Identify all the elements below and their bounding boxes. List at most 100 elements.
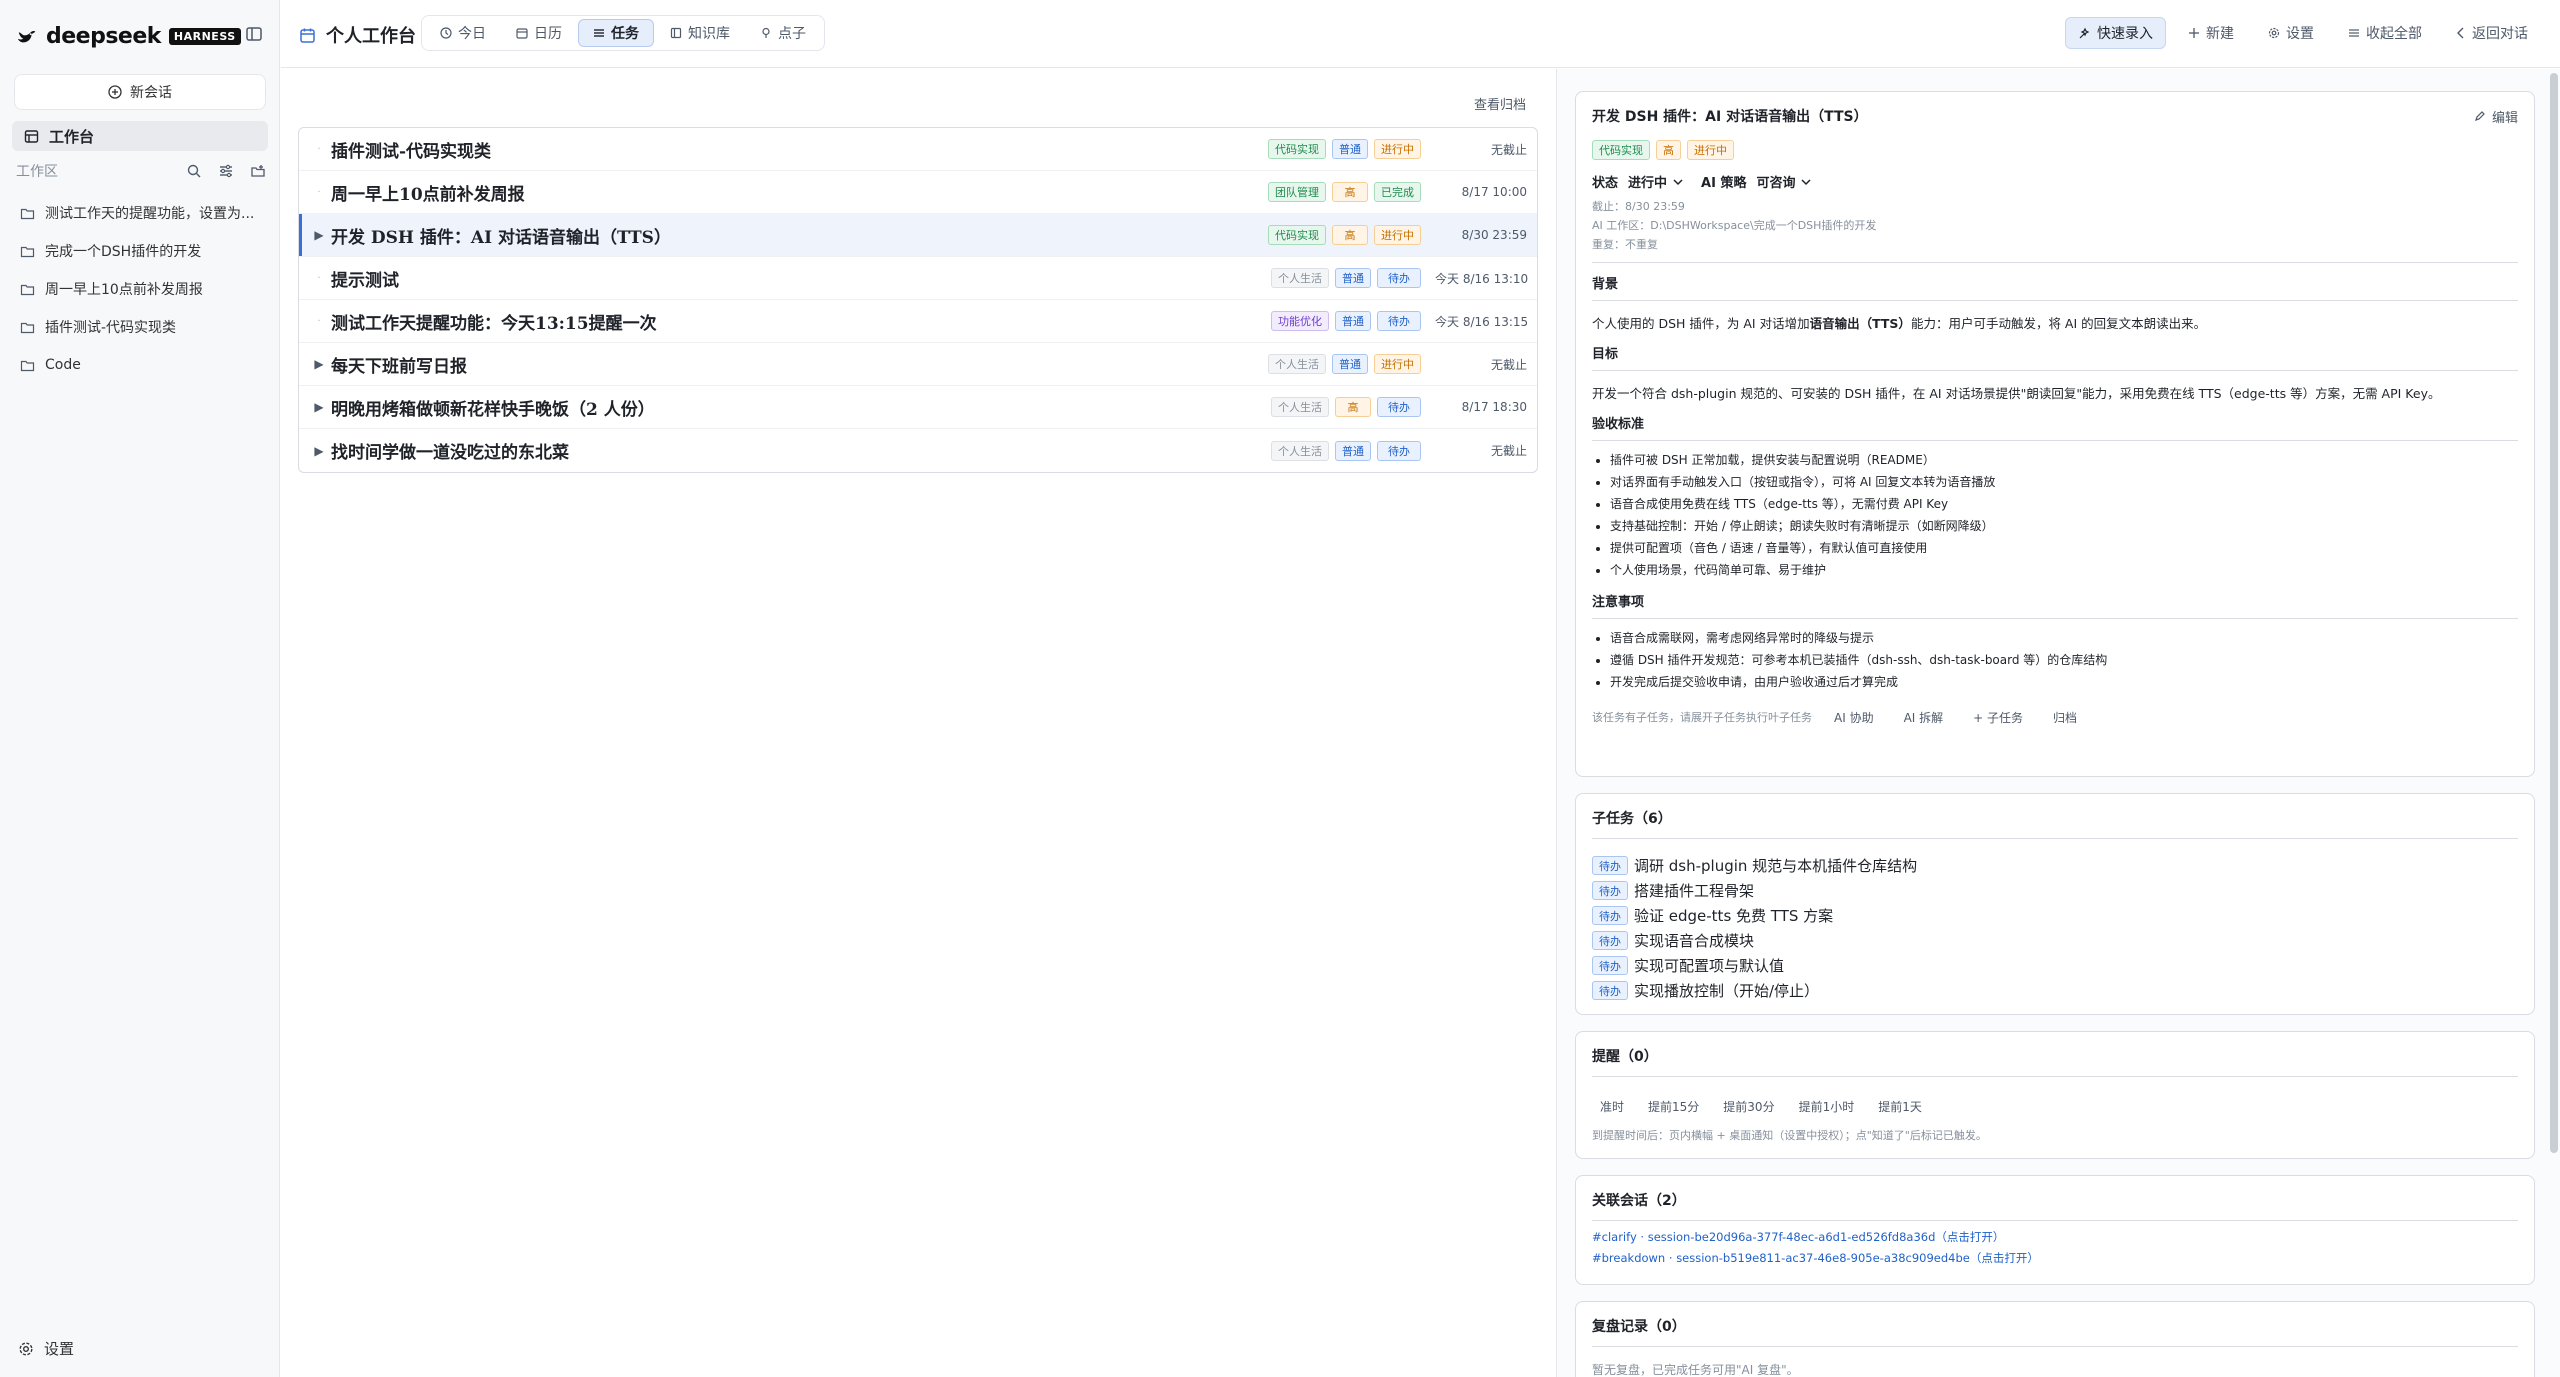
- quick-entry-label: 快速录入: [2097, 26, 2153, 42]
- tab-tasks[interactable]: 任务: [578, 19, 654, 47]
- reminder-hint: 到提醒时间后：页内横幅 + 桌面通知（设置中授权）；点"知道了"后标记已触发。: [1592, 1129, 1987, 1142]
- tag-badge: 功能优化: [1271, 311, 1329, 331]
- reminder-on-time-button[interactable]: 准时: [1592, 1093, 1632, 1119]
- search-icon[interactable]: [186, 163, 202, 179]
- task-title: 明晚用烤箱做顿新花样快手晚饭（2 人份）: [331, 399, 655, 420]
- conversation-link[interactable]: #clarify · session-be20d96a-377f-48ec-a6…: [1592, 1229, 2518, 1246]
- expand-caret-icon[interactable]: ▶: [307, 228, 331, 242]
- task-row[interactable]: · 插件测试-代码实现类 代码实现 普通 进行中 无截止: [299, 128, 1537, 171]
- ai-breakdown-button[interactable]: AI 拆解: [1896, 705, 1952, 729]
- panel-scrollbar[interactable]: [2550, 73, 2558, 1153]
- acceptance-item: 支持基础控制：开始 / 停止朗读；朗读失败时有清晰提示（如断网降级）: [1610, 515, 2518, 537]
- tab-calendar[interactable]: 日历: [502, 19, 576, 47]
- workspace-item[interactable]: 周一早上10点前补发周报: [12, 270, 268, 308]
- reminder-30min-button[interactable]: 提前30分: [1715, 1093, 1782, 1119]
- settings-button[interactable]: 设置: [2256, 17, 2326, 49]
- tab-knowledge[interactable]: 知识库: [656, 19, 744, 47]
- brand[interactable]: deepseek HARNESS: [16, 22, 241, 50]
- review-title: 复盘记录（0）: [1592, 1316, 2518, 1347]
- acceptance-item: 语音合成使用免费在线 TTS（edge-tts 等），无需付费 API Key: [1610, 493, 2518, 515]
- task-row[interactable]: ▶ 每天下班前写日报 个人生活 普通 进行中 无截止: [299, 343, 1537, 386]
- view-archive-link[interactable]: 查看归档: [1468, 90, 1532, 116]
- nav-workbench[interactable]: 工作台: [12, 121, 268, 151]
- subtask-label: 搭建插件工程骨架: [1634, 882, 1755, 900]
- brand-badge: HARNESS: [168, 27, 241, 45]
- folder-icon: [20, 246, 35, 257]
- chevron-down-icon: [1801, 178, 1812, 185]
- expand-caret-icon[interactable]: ▶: [307, 357, 331, 371]
- task-tags: 代码实现 普通 进行中: [1268, 139, 1421, 159]
- subtask-item[interactable]: 待办 调研 dsh-plugin 规范与本机插件仓库结构: [1592, 853, 2518, 878]
- workspace-item-label: 插件测试-代码实现类: [45, 320, 177, 336]
- tag-badge: 待办: [1377, 397, 1421, 417]
- conversation-link[interactable]: #breakdown · session-b519e811-ac37-46e8-…: [1592, 1250, 2518, 1267]
- subtask-item[interactable]: 待办 实现播放控制（开始/停止）: [1592, 978, 2518, 1003]
- archive-button[interactable]: 归档: [2045, 705, 2085, 729]
- task-due: 今天 8/16 13:10: [1435, 271, 1529, 286]
- subtask-status-badge: 待办: [1592, 881, 1628, 900]
- expand-caret-icon[interactable]: ▶: [307, 400, 331, 414]
- sidebar-toggle-icon[interactable]: [244, 24, 264, 44]
- new-folder-icon[interactable]: [250, 163, 266, 179]
- task-title: 周一早上10点前补发周报: [331, 184, 525, 205]
- notes-list: 语音合成需联网，需考虑网络异常时的降级与提示遵循 DSH 插件开发规范：可参考本…: [1592, 627, 2518, 693]
- new-button[interactable]: 新建: [2176, 17, 2246, 49]
- filter-icon[interactable]: [218, 163, 234, 179]
- reminder-1day-button[interactable]: 提前1天: [1870, 1093, 1930, 1119]
- subtasks-title: 子任务（6）: [1592, 808, 2518, 839]
- tab-today[interactable]: 今日: [426, 19, 500, 47]
- acceptance-item: 个人使用场景，代码简单可靠、易于维护: [1610, 559, 2518, 581]
- pin-icon: [762, 27, 770, 38]
- whale-logo-icon: [17, 31, 36, 43]
- subtask-label: 验证 edge-tts 免费 TTS 方案: [1634, 907, 1834, 925]
- tag-badge: 高: [1332, 182, 1368, 202]
- subtask-item[interactable]: 待办 实现可配置项与默认值: [1592, 953, 2518, 978]
- task-row[interactable]: · 提示测试 个人生活 普通 待办 今天 8/16 13:10: [299, 257, 1537, 300]
- tag-badge: 普通: [1332, 139, 1368, 159]
- subtask-item[interactable]: 待办 实现语音合成模块: [1592, 928, 2518, 953]
- subtask-status-badge: 待办: [1592, 981, 1628, 1000]
- page-title-text: 个人工作台: [326, 26, 416, 47]
- clock-icon: [440, 27, 452, 39]
- task-tags: 个人生活 普通 待办: [1271, 440, 1421, 461]
- task-row[interactable]: ▶ 找时间学做一道没吃过的东北菜 个人生活 普通 待办 无截止: [299, 429, 1537, 472]
- list-icon: [594, 29, 604, 37]
- quick-entry-button[interactable]: 快速录入: [2065, 17, 2166, 49]
- reminder-15min-button[interactable]: 提前15分: [1640, 1093, 1707, 1119]
- background-text: 个人使用的 DSH 插件，为 AI 对话增加语音输出（TTS）能力：用户可手动触…: [1592, 316, 2207, 331]
- task-row[interactable]: ▶ 开发 DSH 插件：AI 对话语音输出（TTS） 代码实现高进行中 8/30 23…: [299, 214, 1537, 257]
- back-to-chat-button[interactable]: 返回对话: [2444, 17, 2540, 49]
- subtask-item[interactable]: 待办 搭建插件工程骨架: [1592, 878, 2518, 903]
- ai-strategy-select[interactable]: 可咨询: [1756, 172, 1812, 191]
- new-label: 新建: [2206, 26, 2234, 42]
- tab-label: 知识库: [688, 26, 730, 42]
- header-actions: 快速录入 新建 设置 收起全部 返回对话: [2065, 17, 2540, 49]
- note-item: 遵循 DSH 插件开发规范：可参考本机已装插件（dsh-ssh、dsh-task…: [1610, 649, 2518, 671]
- collapse-all-button[interactable]: 收起全部: [2336, 17, 2434, 49]
- task-row[interactable]: · 测试工作天提醒功能：今天13:15提醒一次 功能优化 普通 待办 今天 8/16 13…: [299, 300, 1537, 343]
- add-subtask-button[interactable]: + 子任务: [1965, 705, 2031, 729]
- workspace-item[interactable]: 插件测试-代码实现类: [12, 308, 268, 346]
- ai-assist-button[interactable]: AI 协助: [1826, 705, 1882, 729]
- workspace-item[interactable]: 测试工作天的提醒功能，设置为...: [12, 194, 268, 232]
- sidebar-settings-button[interactable]: 设置: [18, 1338, 74, 1359]
- new-chat-button[interactable]: 新会话: [14, 74, 266, 110]
- edit-button[interactable]: 编辑: [2474, 107, 2518, 126]
- workspace-item[interactable]: 完成一个DSH插件的开发: [12, 232, 268, 270]
- tab-ideas[interactable]: 点子: [746, 19, 820, 47]
- task-row[interactable]: · 周一早上10点前补发周报 团队管理高已完成 8/17 10:00: [299, 171, 1537, 214]
- workspace-label: 工作区: [16, 164, 58, 180]
- tab-label: 今日: [458, 26, 486, 42]
- tag-badge: 个人生活: [1271, 268, 1329, 288]
- task-tags: 个人生活 普通 待办: [1271, 268, 1421, 288]
- review-empty: 暂无复盘，已完成任务可用"AI 复盘"。: [1592, 1363, 1799, 1377]
- task-row[interactable]: ▶ 明晚用烤箱做顿新花样快手晚饭（2 人份） 个人生活高待办 8/17 18:30: [299, 386, 1537, 429]
- subtask-item[interactable]: 待办 验证 edge-tts 免费 TTS 方案: [1592, 903, 2518, 928]
- task-due: 8/17 18:30: [1461, 400, 1527, 414]
- workspace-item-label: 完成一个DSH插件的开发: [45, 244, 202, 260]
- workspace-item[interactable]: Code: [12, 346, 268, 384]
- expand-caret-icon[interactable]: ▶: [307, 444, 331, 458]
- bullet-icon: ·: [317, 272, 321, 284]
- reminder-1hour-button[interactable]: 提前1小时: [1791, 1093, 1863, 1119]
- status-select[interactable]: 进行中: [1628, 172, 1683, 191]
